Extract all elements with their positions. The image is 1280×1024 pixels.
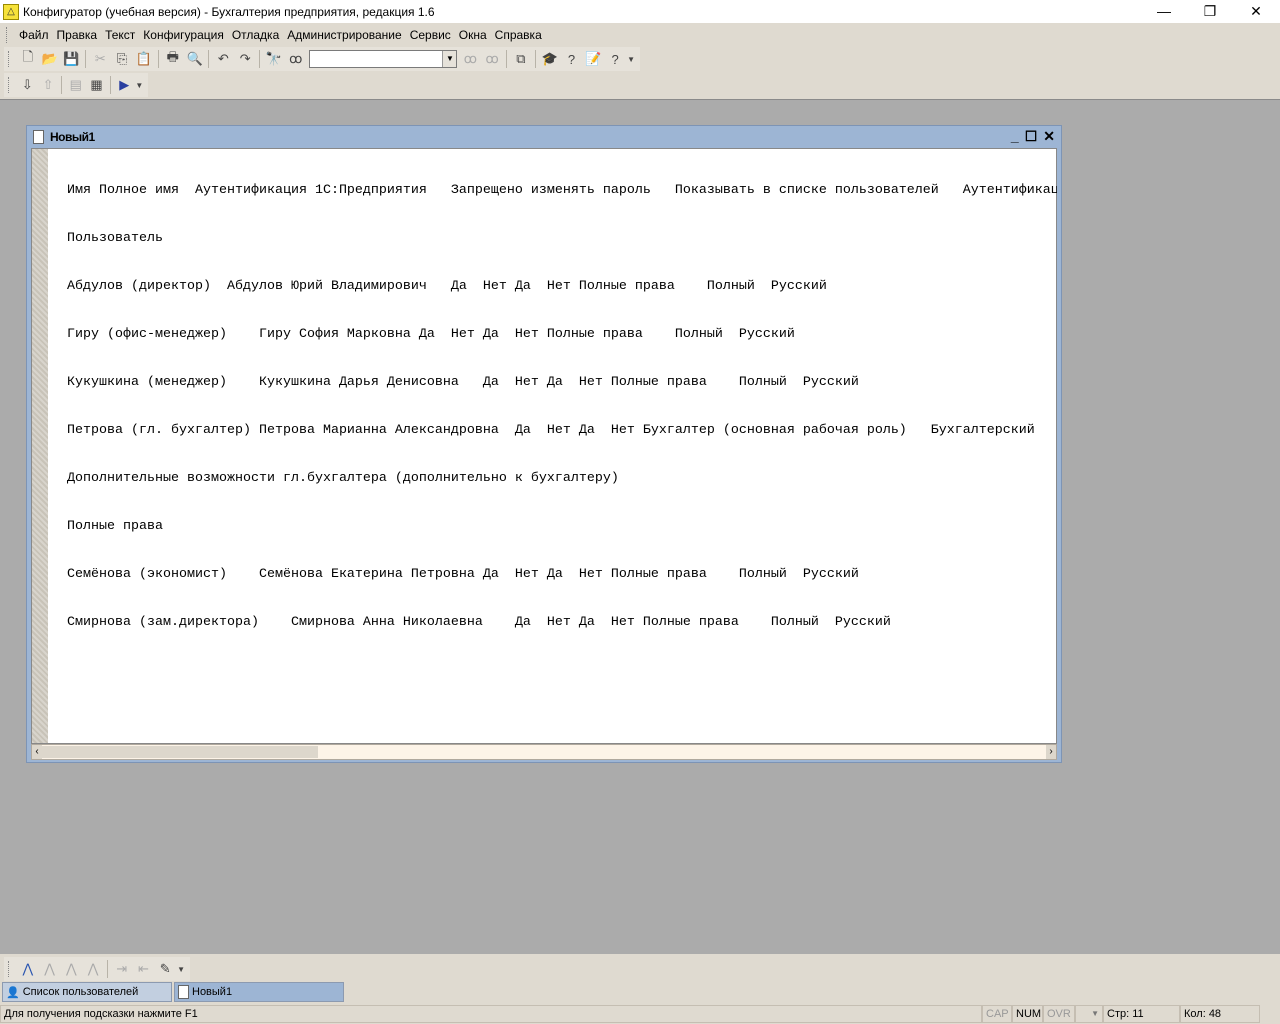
find-prev-icon[interactable]: ꝏ: [459, 49, 481, 69]
toolbar-more-icon[interactable]: ▼: [626, 49, 636, 69]
grip[interactable]: [8, 77, 11, 93]
maximize-icon[interactable]: ☐: [1025, 128, 1038, 145]
user-icon: 👤: [6, 986, 20, 999]
outdent-icon[interactable]: ⇤: [133, 959, 155, 979]
toolbar-more-icon[interactable]: ▼: [135, 75, 144, 95]
status-num: NUM: [1012, 1005, 1043, 1023]
task-new1[interactable]: Новый1: [174, 982, 344, 1002]
config-window-icon[interactable]: ▦: [86, 75, 107, 95]
main-toolbar: 🗋 📂 💾 ✂ ⎘ 📋 🖶 🔍 ↶ ↷ 🔭 ꝏ ▼ ꝏ ꝏ ⧉ 🎓 ? 📝 ? …: [4, 47, 640, 71]
save-icon[interactable]: 💾: [61, 49, 83, 69]
menu-configuration[interactable]: Конфигурация: [139, 28, 228, 42]
close-icon[interactable]: ✕: [1043, 128, 1055, 145]
assistant-icon[interactable]: 🎓: [539, 49, 561, 69]
grip[interactable]: [8, 51, 11, 67]
text-line: Полные права: [67, 519, 163, 534]
scroll-thumb[interactable]: [42, 746, 318, 758]
step-over-icon[interactable]: ⋀: [60, 959, 82, 979]
grip[interactable]: [8, 961, 11, 977]
copy-icon[interactable]: ⎘: [111, 49, 133, 69]
print-icon[interactable]: 🖶: [162, 49, 184, 69]
open-config-icon[interactable]: ⇩: [17, 75, 38, 95]
grip[interactable]: [6, 27, 9, 43]
status-line: Стр: 11: [1103, 1005, 1180, 1023]
preview-icon[interactable]: 🔍: [184, 49, 206, 69]
status-hint: Для получения подсказки нажмите F1: [0, 1005, 982, 1023]
text-editor[interactable]: Имя Полное имя Аутентификация 1С:Предпри…: [31, 148, 1057, 744]
document-icon: [33, 130, 44, 144]
document-title: Новый1: [50, 130, 95, 144]
cut-icon[interactable]: ✂: [89, 49, 111, 69]
undo-icon[interactable]: ↶: [212, 49, 234, 69]
menu-help[interactable]: Справка: [491, 28, 546, 42]
menu-service[interactable]: Сервис: [406, 28, 455, 42]
document-window: Новый1 _ ☐ ✕ Имя Полное имя Аутентификац…: [26, 125, 1062, 763]
text-line: Кукушкина (менеджер) Кукушкина Дарья Ден…: [67, 375, 859, 390]
horizontal-scrollbar[interactable]: ‹ ›: [31, 744, 1057, 760]
windows-icon[interactable]: ⧉: [510, 49, 532, 69]
task-user-list[interactable]: 👤 Список пользователей: [2, 982, 172, 1002]
update-db-icon[interactable]: ▤: [65, 75, 86, 95]
bottom-toolbar: ⋀ ⋀ ⋀ ⋀ ⇥ ⇤ ✎ ▼: [4, 957, 190, 981]
minimize-icon[interactable]: _: [1011, 128, 1019, 145]
scroll-left-icon[interactable]: ‹: [32, 745, 42, 759]
new-icon[interactable]: 🗋: [17, 49, 39, 69]
help-search-icon[interactable]: ?: [561, 49, 583, 69]
indent-icon[interactable]: ⇥: [111, 959, 133, 979]
app-icon: △: [3, 3, 19, 20]
breakpoint-icon[interactable]: ⋀: [17, 959, 39, 979]
step-icon[interactable]: ⋀: [39, 959, 61, 979]
syntax-helper-icon[interactable]: 📝: [582, 49, 604, 69]
text-line: Дополнительные возможности гл.бухгалтера…: [67, 471, 619, 486]
find-icon[interactable]: ꝏ: [285, 49, 307, 69]
text-line: Абдулов (директор) Абдулов Юрий Владимир…: [67, 279, 827, 294]
document-icon: [178, 985, 189, 999]
document-title-bar[interactable]: Новый1: [27, 126, 1061, 148]
chevron-down-icon[interactable]: ▼: [442, 51, 457, 67]
close-button[interactable]: ✕: [1233, 0, 1279, 22]
status-cap: CAP: [982, 1005, 1012, 1023]
redo-icon[interactable]: ↷: [234, 49, 256, 69]
save-config-icon[interactable]: ⇧: [38, 75, 59, 95]
search-combo[interactable]: ▼: [308, 50, 458, 68]
text-line: Смирнова (зам.директора) Смирнова Анна Н…: [67, 615, 891, 630]
scroll-right-icon[interactable]: ›: [1046, 745, 1056, 759]
comment-icon[interactable]: ✎: [154, 959, 176, 979]
menu-edit[interactable]: Правка: [53, 28, 102, 42]
menu-debug[interactable]: Отладка: [228, 28, 283, 42]
run-enterprise-icon[interactable]: ▶: [114, 75, 135, 95]
step-out-icon[interactable]: ⋀: [82, 959, 104, 979]
status-col: Кол: 48: [1180, 1005, 1260, 1023]
menu-administration[interactable]: Администрирование: [283, 28, 405, 42]
menu-bar: Файл Правка Текст Конфигурация Отладка А…: [0, 24, 1280, 46]
minimize-button[interactable]: —: [1141, 0, 1187, 22]
menu-windows[interactable]: Окна: [455, 28, 491, 42]
text-line: Имя Полное имя Аутентификация 1С:Предпри…: [67, 183, 1057, 198]
about-icon[interactable]: ?: [604, 49, 626, 69]
window-title: Конфигуратор (учебная версия) - Бухгалте…: [23, 4, 435, 19]
editor-gutter: [32, 149, 48, 743]
toolbar-more-icon[interactable]: ▼: [176, 959, 186, 979]
find-next-icon[interactable]: ꝏ: [481, 49, 503, 69]
editor-text[interactable]: Имя Полное имя Аутентификация 1С:Предпри…: [67, 151, 1057, 663]
status-bar: Для получения подсказки нажмите F1 CAP N…: [0, 1004, 1280, 1024]
paste-icon[interactable]: 📋: [133, 49, 155, 69]
text-line: Пользователь: [67, 231, 163, 246]
menu-text[interactable]: Текст: [101, 28, 139, 42]
text-line: Семёнова (экономист) Семёнова Екатерина …: [67, 567, 859, 582]
status-ovr: OVR: [1043, 1005, 1075, 1023]
text-line: Петрова (гл. бухгалтер) Петрова Марианна…: [67, 423, 1035, 438]
menu-file[interactable]: Файл: [15, 28, 53, 42]
status-dropdown-icon[interactable]: ▼: [1075, 1005, 1103, 1023]
config-toolbar: ⇩ ⇧ ▤ ▦ ▶ ▼: [4, 73, 148, 97]
title-bar: △ Конфигуратор (учебная версия) - Бухгал…: [0, 0, 1280, 23]
find-in-icon[interactable]: 🔭: [263, 49, 285, 69]
window-taskbar: 👤 Список пользователей Новый1: [0, 982, 1280, 1002]
text-line: Гиру (офис-менеджер) Гиру София Марковна…: [67, 327, 795, 342]
restore-button[interactable]: ❐: [1187, 0, 1233, 22]
open-icon[interactable]: 📂: [39, 49, 61, 69]
